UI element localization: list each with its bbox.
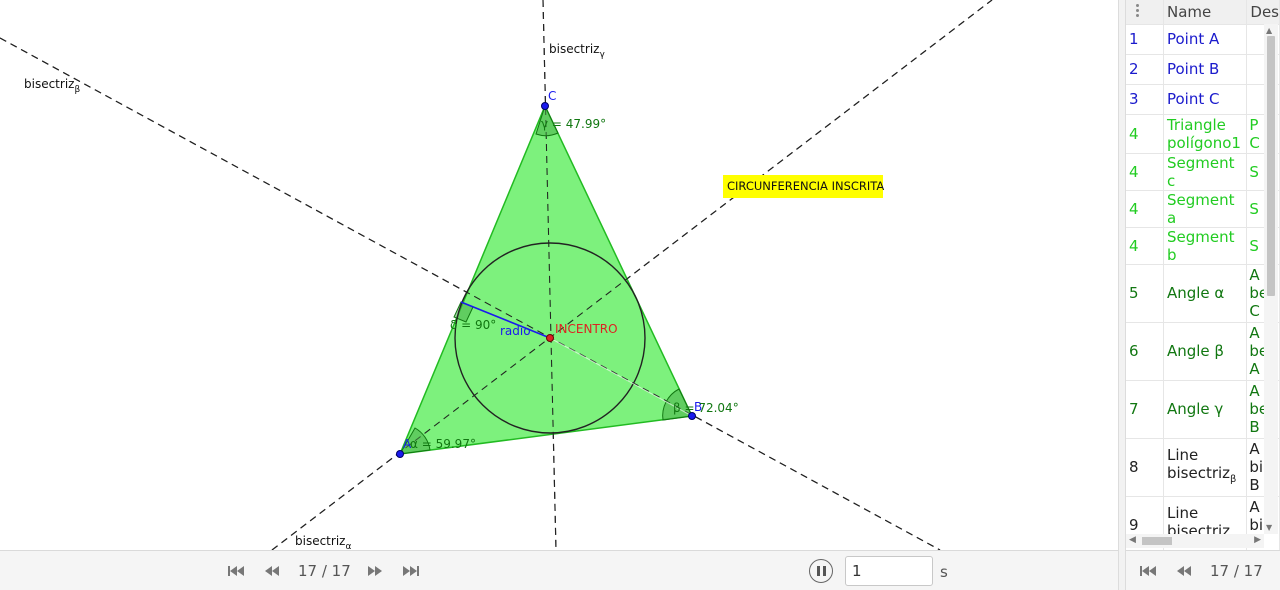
incenter-point[interactable] bbox=[546, 334, 554, 342]
previous-step-icon[interactable] bbox=[262, 562, 282, 580]
protocol-table: Name Des 1 Point A 2 Point B 3 Point C 4 Triang… bbox=[1126, 0, 1280, 550]
protocol-row-number: 8 bbox=[1126, 438, 1164, 497]
scroll-left-icon[interactable]: ◀ bbox=[1129, 535, 1136, 545]
step-counter: 17 / 17 bbox=[298, 562, 351, 580]
radio-label: radio bbox=[500, 324, 531, 338]
protocol-vertical-scrollbar[interactable]: ▲ ▼ bbox=[1264, 24, 1278, 534]
last-step-icon[interactable] bbox=[401, 562, 421, 580]
protocol-row[interactable]: 4 Segment bS bbox=[1126, 227, 1280, 265]
protocol-row-name: Segment a bbox=[1163, 190, 1248, 228]
bisector-alpha-overlay bbox=[271, 0, 993, 550]
protocol-row[interactable]: 4 Triangle polígono1 P C bbox=[1126, 114, 1280, 154]
geogebra-app: bisectrizγ bisectrizβ bisectrizα C B A γ… bbox=[0, 0, 1280, 590]
first-step-icon[interactable] bbox=[226, 562, 246, 580]
speed-input[interactable] bbox=[845, 556, 933, 586]
horizontal-scroll-thumb[interactable] bbox=[1142, 537, 1172, 545]
protocol-row-name: Point C bbox=[1163, 84, 1248, 115]
protocol-row-name-text: Segment b bbox=[1166, 227, 1235, 264]
protocol-row-number: 6 bbox=[1126, 322, 1164, 381]
protocol-row-number: 2 bbox=[1126, 54, 1164, 85]
protocol-row-name-text: Segment c bbox=[1166, 153, 1235, 190]
protocol-row-name-subscript: β bbox=[1230, 473, 1237, 485]
header-name[interactable]: Name bbox=[1163, 0, 1248, 25]
protocol-row-number: 7 bbox=[1126, 380, 1164, 439]
protocol-row-name-text: Angle α bbox=[1166, 284, 1225, 302]
angle-alpha-label: α = 59.97° bbox=[410, 437, 476, 451]
point-c[interactable] bbox=[541, 102, 549, 110]
protocol-first-step-icon[interactable] bbox=[1138, 562, 1158, 580]
scroll-up-icon[interactable]: ▲ bbox=[1266, 26, 1272, 35]
protocol-row-name-text: Point A bbox=[1166, 30, 1220, 48]
protocol-row-name: Angle β bbox=[1163, 322, 1248, 381]
bisectriz-beta-label: bisectrizβ bbox=[24, 77, 80, 95]
angle-gamma-label: γ = 47.99° bbox=[541, 117, 606, 131]
protocol-row[interactable]: 2 Point B bbox=[1126, 54, 1280, 85]
graphics-view[interactable]: bisectrizγ bisectrizβ bisectrizα C B A γ… bbox=[0, 0, 1118, 550]
protocol-row-number: 3 bbox=[1126, 84, 1164, 115]
protocol-horizontal-scrollbar[interactable]: ◀ ▶ bbox=[1126, 534, 1264, 548]
point-a[interactable] bbox=[396, 450, 404, 458]
protocol-step-counter: 17 / 17 bbox=[1210, 562, 1263, 580]
protocol-row-number: 5 bbox=[1126, 264, 1164, 323]
protocol-row[interactable]: 1 Point A bbox=[1126, 24, 1280, 55]
protocol-row-name-text: Point B bbox=[1166, 60, 1220, 78]
circunferencia-inscrita-label[interactable]: CIRCUNFERENCIA INSCRITA bbox=[727, 179, 884, 193]
protocol-row-name: Segment b bbox=[1163, 227, 1248, 265]
scroll-down-icon[interactable]: ▼ bbox=[1266, 523, 1272, 532]
protocol-row-name: Angle γ bbox=[1163, 380, 1248, 439]
protocol-row-name-text: Angle β bbox=[1166, 342, 1224, 360]
protocol-row-name-text: Line bisectriz bbox=[1166, 445, 1231, 482]
protocol-row-name: Line bisectrizβ bbox=[1163, 438, 1248, 497]
protocol-row-number: 1 bbox=[1126, 24, 1164, 55]
protocol-row[interactable]: 7 Angle γA be B bbox=[1126, 380, 1280, 439]
protocol-row-number: 4 bbox=[1126, 227, 1164, 265]
protocol-row-name: Point A bbox=[1163, 24, 1248, 55]
protocol-row-number: 4 bbox=[1126, 190, 1164, 228]
protocol-row[interactable]: 6 Angle βA be A bbox=[1126, 322, 1280, 381]
protocol-row-name-text: Angle γ bbox=[1166, 400, 1224, 418]
protocol-row[interactable]: 5 Angle αA be C bbox=[1126, 264, 1280, 323]
protocol-row-name: Point B bbox=[1163, 54, 1248, 85]
header-desc[interactable]: Des bbox=[1246, 0, 1280, 25]
protocol-row-name-text: Point C bbox=[1166, 90, 1220, 108]
protocol-menu-icon[interactable] bbox=[1130, 2, 1144, 22]
vertical-scroll-thumb[interactable] bbox=[1267, 36, 1275, 296]
speed-unit-label: s bbox=[940, 563, 948, 581]
protocol-row[interactable]: 4 Segment aS bbox=[1126, 190, 1280, 228]
protocol-navigation-bar: 17 / 17 bbox=[1126, 550, 1280, 590]
protocol-row-name: Angle α bbox=[1163, 264, 1248, 323]
protocol-row-name: Segment c bbox=[1163, 153, 1248, 191]
protocol-previous-step-icon[interactable] bbox=[1174, 562, 1194, 580]
bisectriz-gamma-label: bisectrizγ bbox=[549, 42, 605, 60]
protocol-row-name-text: Triangle polígono1 bbox=[1166, 115, 1241, 152]
protocol-row[interactable]: 4 Segment cS bbox=[1126, 153, 1280, 191]
protocol-row-number: 4 bbox=[1126, 153, 1164, 191]
pause-button[interactable] bbox=[809, 559, 833, 583]
angle-delta-label: δ = 90° bbox=[450, 318, 496, 332]
protocol-header-row: Name Des bbox=[1126, 0, 1280, 25]
construction-protocol[interactable]: Name Des 1 Point A 2 Point B 3 Point C 4 Triang… bbox=[1126, 0, 1280, 550]
angle-beta-label: β = 72.04° bbox=[673, 401, 739, 415]
next-step-icon[interactable] bbox=[365, 562, 385, 580]
incentro-label: INCENTRO bbox=[555, 322, 618, 336]
point-c-label: C bbox=[548, 89, 556, 103]
graphics-canvas[interactable]: bisectrizγ bisectrizβ bisectrizα C B A γ… bbox=[0, 0, 1118, 550]
protocol-row[interactable]: 8 Line bisectrizβ A bi B bbox=[1126, 438, 1280, 497]
bisectriz-alpha-label: bisectrizα bbox=[295, 534, 351, 550]
protocol-body: 1 Point A 2 Point B 3 Point C 4 Triangle polígo… bbox=[1126, 24, 1280, 550]
protocol-row[interactable]: 3 Point C bbox=[1126, 84, 1280, 115]
navigation-bar: 17 / 17 s bbox=[0, 550, 1118, 590]
protocol-row-name-text: Segment a bbox=[1166, 190, 1235, 227]
scroll-right-icon[interactable]: ▶ bbox=[1254, 535, 1261, 545]
protocol-row-name: Triangle polígono1 bbox=[1163, 114, 1248, 154]
view-splitter[interactable] bbox=[1118, 0, 1126, 590]
protocol-row-number: 4 bbox=[1126, 114, 1164, 154]
